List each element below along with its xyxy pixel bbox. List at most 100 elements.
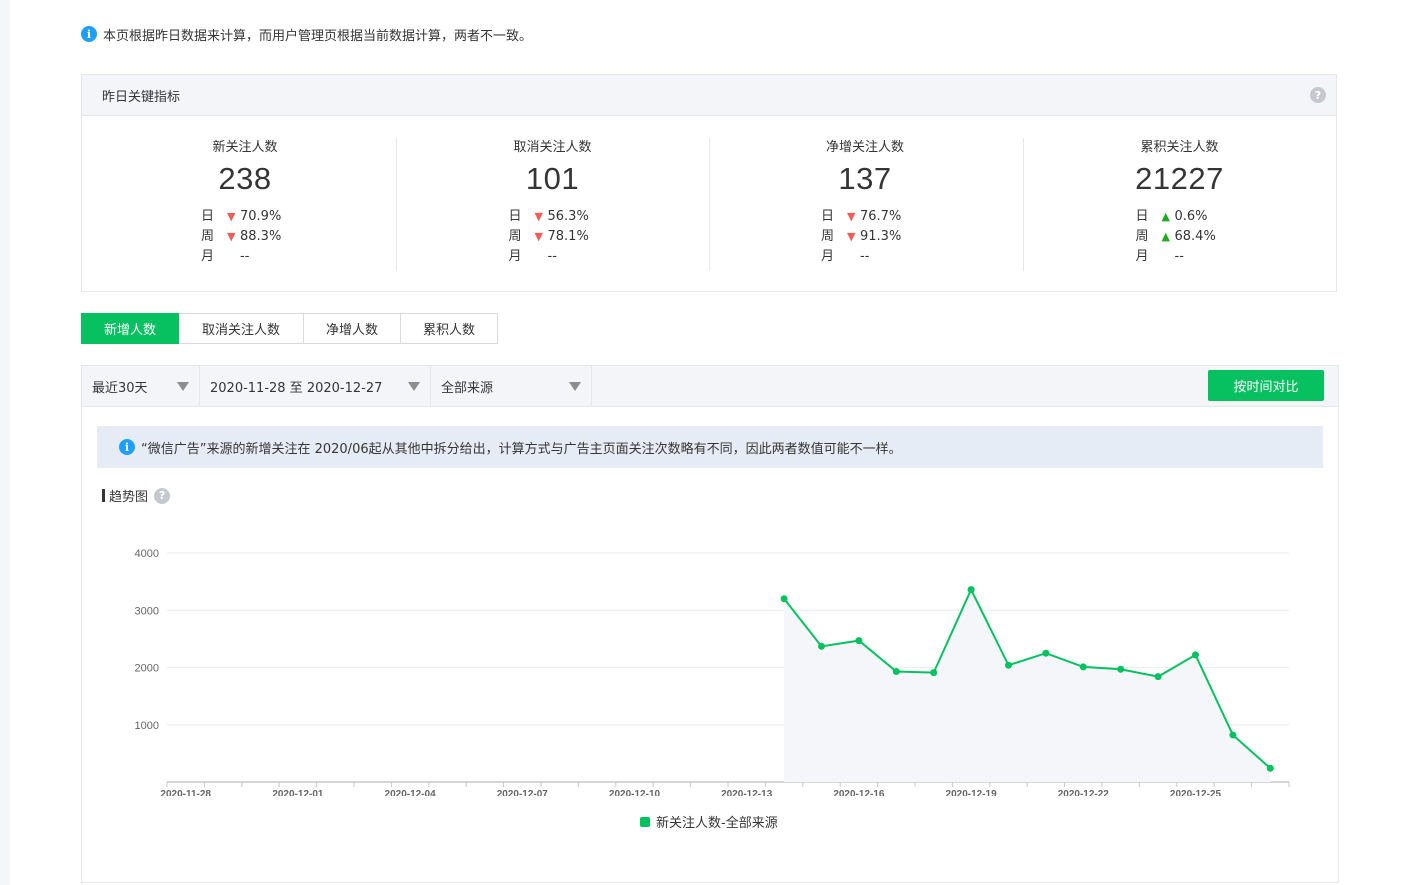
kpi-month-stat: 月 --: [821, 247, 925, 267]
x-tick-label: 2020-12-04: [385, 789, 437, 796]
data-point: [855, 637, 863, 645]
kpi-stats: 日 ▼ 70.9% 周 ▼ 88.3% 月 --: [201, 207, 305, 267]
stat-key: 周: [508, 229, 522, 244]
tab-3[interactable]: 净增人数: [304, 313, 401, 344]
kpi-month-stat: 月 --: [1136, 247, 1240, 267]
notice-text: 本页根据昨日数据来计算，而用户管理页根据当前数据计算，两者不一致。: [103, 28, 533, 44]
trend-panel: 最近30天 2020-11-28 至 2020-12-27 全部来源 按时间对比…: [81, 365, 1339, 883]
kpi-day-stat: 日 ▲ 0.6%: [1136, 207, 1240, 227]
legend-swatch: [640, 816, 650, 827]
stat-key: 周: [201, 229, 215, 244]
kpi-week-stat: 周 ▲ 68.4%: [1136, 227, 1240, 247]
notice: i 本页根据昨日数据来计算，而用户管理页根据当前数据计算，两者不一致。: [81, 24, 532, 44]
stat-value: 78.1%: [547, 229, 589, 244]
data-point: [780, 595, 788, 603]
stat-value: 56.3%: [547, 209, 589, 224]
banner-text: “微信广告”来源的新增关注在 2020/06起从其他中拆分给出，计算方式与广告主…: [141, 441, 902, 457]
stat-key: 日: [508, 209, 522, 224]
x-tick-label: 2020-12-07: [497, 789, 549, 796]
y-tick-label: 3000: [135, 605, 159, 617]
stat-key: 日: [1135, 209, 1149, 224]
arrow-down-icon: ▼: [847, 230, 856, 243]
stat-key: 日: [201, 209, 215, 224]
trend-chart: 1000 2000 3000 4000 2020-11-28 2020-12-01 2020…: [135, 548, 1290, 796]
tab-4[interactable]: 累积人数: [401, 313, 498, 344]
stat-value: --: [860, 249, 870, 264]
help-icon[interactable]: ?: [154, 487, 171, 504]
compare-by-time-button[interactable]: 按时间对比: [1208, 370, 1324, 401]
tab-2[interactable]: 取消关注人数: [179, 313, 304, 344]
kpi-stats: 日 ▼ 76.7% 周 ▼ 91.3% 月 --: [821, 207, 925, 267]
kpi-row: 新关注人数 238 日 ▼ 70.9% 周 ▼ 88.3% 月 -- 取消关注人数 101 日 ▼ 56.3…: [82, 116, 1336, 292]
arrow-down-icon: ▼: [227, 230, 236, 243]
help-icon[interactable]: ?: [1310, 87, 1326, 103]
kpi-day-stat: 日 ▼ 56.3%: [509, 207, 613, 227]
kpi-month-stat: 月 --: [509, 247, 613, 267]
kpi-label: 累积关注人数: [1140, 140, 1219, 155]
x-tick-label: 2020-12-22: [1058, 789, 1110, 796]
data-point: [892, 668, 900, 676]
data-point: [1005, 661, 1012, 669]
source-select-value: 全部来源: [441, 380, 494, 396]
x-tick-label: 2020-11-28: [160, 789, 211, 796]
date-range-select[interactable]: 2020-11-28 至 2020-12-27: [200, 366, 431, 406]
tab-1[interactable]: 新增人数: [81, 313, 179, 344]
metric-tabs: 新增人数 取消关注人数 净增人数 累积人数: [81, 313, 498, 344]
data-point: [1266, 764, 1274, 772]
x-tick-label: 2020-12-16: [833, 789, 885, 796]
kpi-value: 101: [525, 161, 580, 196]
stat-value: --: [240, 249, 250, 264]
stat-value: 91.3%: [860, 229, 902, 244]
kpi-value: 238: [218, 161, 272, 196]
stat-value: 0.6%: [1174, 209, 1208, 224]
kpi-month-stat: 月 --: [201, 247, 305, 267]
data-point: [930, 669, 938, 677]
kpi-card: 取消关注人数 101 日 ▼ 56.3% 周 ▼ 78.1% 月 --: [395, 116, 710, 292]
data-point: [1117, 665, 1125, 673]
kpi-title: 昨日关键指标: [102, 89, 181, 105]
stat-value: 70.9%: [240, 209, 282, 224]
stat-value: 76.7%: [860, 209, 902, 224]
kpi-label: 新关注人数: [212, 140, 278, 155]
kpi-card-inner: 净增关注人数 137 日 ▼ 76.7% 周 ▼ 91.3% 月 --: [805, 136, 925, 267]
stat-key: 日: [821, 209, 835, 224]
data-point: [967, 586, 975, 594]
y-tick-label: 1000: [135, 720, 159, 732]
range-select-value: 最近30天: [92, 380, 148, 396]
data-point: [1192, 651, 1199, 659]
data-point: [1042, 649, 1050, 657]
x-tick-label: 2020-12-13: [721, 789, 773, 796]
stat-value: --: [1174, 249, 1184, 264]
kpi-card: 净增关注人数 137 日 ▼ 76.7% 周 ▼ 91.3% 月 --: [709, 116, 1023, 292]
range-select[interactable]: 最近30天: [82, 366, 200, 406]
stat-value: 68.4%: [1174, 229, 1216, 244]
data-point: [1154, 673, 1162, 681]
kpi-panel: 昨日关键指标 ? 新关注人数 238 日 ▼ 70.9% 周 ▼ 88.3% 月 -- 取消关注人数…: [81, 74, 1337, 292]
stat-value: 88.3%: [240, 229, 282, 244]
kpi-week-stat: 周 ▼ 78.1%: [509, 227, 613, 247]
arrow-down-icon: ▼: [847, 210, 856, 223]
x-tick-label: 2020-12-19: [946, 789, 998, 796]
stat-key: 月: [508, 249, 522, 264]
kpi-day-stat: 日 ▼ 76.7%: [821, 207, 925, 227]
kpi-value: 137: [838, 161, 892, 196]
x-tick-label: 2020-12-25: [1170, 789, 1222, 796]
kpi-week-stat: 周 ▼ 88.3%: [201, 227, 305, 247]
legend-label: 新关注人数-全部来源: [656, 816, 778, 831]
stat-value: --: [547, 249, 557, 264]
arrow-down-icon: ▼: [534, 230, 543, 243]
data-point: [818, 642, 825, 650]
chevron-down-icon: [177, 381, 189, 391]
chart-legend[interactable]: 新关注人数-全部来源: [640, 812, 778, 831]
info-icon: i: [119, 439, 135, 455]
date-range-value: 2020-11-28 至 2020-12-27: [210, 380, 383, 396]
kpi-card: 累积关注人数 21227 日 ▲ 0.6% 周 ▲ 68.4% 月 --: [1022, 116, 1337, 292]
chevron-down-icon: [569, 381, 581, 391]
info-icon: i: [81, 26, 97, 42]
kpi-header: 昨日关键指标 ?: [82, 75, 1336, 116]
stat-key: 周: [821, 229, 835, 244]
chevron-down-icon: [408, 381, 420, 391]
source-select[interactable]: 全部来源: [431, 366, 592, 406]
stat-key: 月: [201, 249, 215, 264]
kpi-week-stat: 周 ▼ 91.3%: [821, 227, 925, 247]
